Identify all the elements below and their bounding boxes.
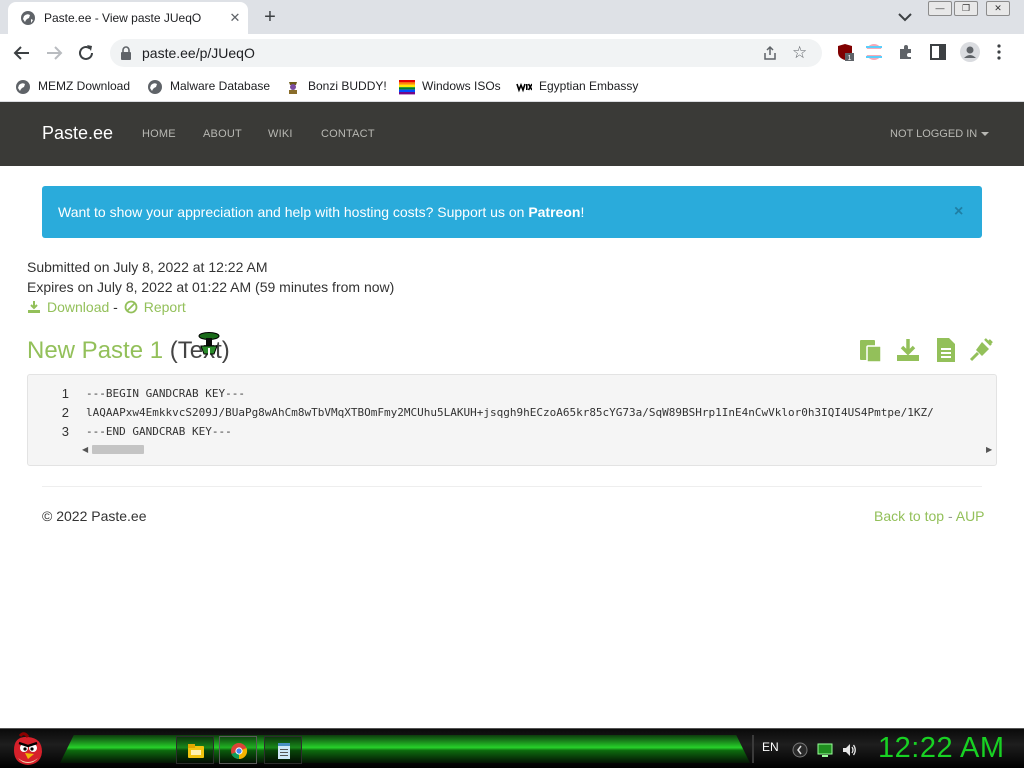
- menu-kebab-icon[interactable]: [994, 43, 1004, 61]
- bonzi-cursor-icon: [198, 332, 220, 356]
- scroll-left-arrow-icon[interactable]: ◀: [82, 445, 88, 454]
- globe-icon: [16, 80, 30, 94]
- browser-tabstrip: Paste.ee - View paste JUeqO ✕ + — ❐ ✕: [0, 0, 1024, 34]
- minimize-button[interactable]: —: [928, 1, 952, 16]
- nav-home[interactable]: HOME: [142, 128, 176, 140]
- footer-copyright: © 2022 Paste.ee: [42, 508, 147, 524]
- maximize-button[interactable]: ❐: [954, 1, 978, 16]
- code-line: 3 ---END GANDCRAB KEY---: [28, 424, 996, 443]
- tab-search-icon[interactable]: [896, 9, 914, 25]
- language-indicator[interactable]: EN: [762, 740, 779, 754]
- lock-icon[interactable]: [120, 46, 132, 60]
- taskbar-app-explorer[interactable]: [176, 736, 214, 764]
- line-text: lAQAAPxw4EmkkvcS209J/BUaPg8wAhCm8wTbVMqX…: [86, 406, 934, 419]
- nav-wiki[interactable]: WIKI: [268, 128, 293, 140]
- plug-icon[interactable]: [968, 337, 994, 363]
- pride-extension-icon[interactable]: [865, 43, 883, 61]
- browser-tab[interactable]: Paste.ee - View paste JUeqO ✕: [8, 2, 248, 34]
- bookmark-star-icon[interactable]: ☆: [792, 43, 807, 63]
- footer-divider: [42, 486, 982, 487]
- start-button-angry-bird-icon[interactable]: [6, 730, 48, 768]
- address-bar[interactable]: paste.ee/p/JUeqO ☆: [110, 39, 822, 67]
- forward-arrow-icon[interactable]: [43, 42, 65, 64]
- extensions-puzzle-icon[interactable]: [897, 43, 915, 61]
- side-panel-icon[interactable]: [929, 43, 947, 61]
- back-to-top-link[interactable]: Back to top: [874, 508, 944, 524]
- tray-arrow-icon[interactable]: [792, 742, 808, 758]
- action-separator: -: [113, 299, 118, 315]
- paste-code-box[interactable]: 1 ---BEGIN GANDCRAB KEY--- 2 lAQAAPxw4Em…: [27, 374, 997, 466]
- chrome-icon: [231, 743, 248, 760]
- user-menu-dropdown[interactable]: NOT LOGGED IN: [890, 128, 990, 140]
- tray-separator: [752, 735, 754, 763]
- line-number: 1: [61, 386, 69, 401]
- aup-link[interactable]: AUP: [956, 508, 985, 524]
- download-link[interactable]: Download: [27, 299, 113, 315]
- scrollbar-thumb[interactable]: [92, 445, 144, 454]
- reload-icon[interactable]: [75, 42, 97, 64]
- horizontal-scrollbar[interactable]: ◀ ▶: [80, 442, 996, 456]
- code-line: 1 ---BEGIN GANDCRAB KEY---: [28, 386, 996, 405]
- wix-icon: [516, 82, 532, 93]
- site-brand[interactable]: Paste.ee: [42, 123, 113, 144]
- bookmarks-bar: MEMZ Download Malware Database Bonzi BUD…: [0, 72, 1024, 102]
- ban-icon: [124, 300, 138, 314]
- ublock-extension-icon[interactable]: 1: [836, 43, 854, 61]
- expires-date: Expires on July 8, 2022 at 01:22 AM (59 …: [27, 279, 395, 295]
- patreon-alert: Want to show your appreciation and help …: [42, 186, 982, 238]
- download-icon: [28, 301, 40, 313]
- footer-separator: -: [947, 508, 953, 524]
- file-explorer-icon: [188, 744, 204, 758]
- browser-toolbar: paste.ee/p/JUeqO ☆ 1: [0, 34, 1024, 72]
- profile-avatar-icon[interactable]: [960, 42, 980, 62]
- windows-icon: [399, 80, 415, 95]
- bonzi-icon: [289, 82, 297, 94]
- tab-close-button[interactable]: ✕: [226, 9, 244, 27]
- submitted-date: Submitted on July 8, 2022 at 12:22 AM: [27, 259, 268, 275]
- taskbar-app-notepad[interactable]: [264, 736, 302, 764]
- report-link[interactable]: Report: [122, 299, 186, 315]
- paste-actions: Download - Report: [27, 299, 186, 315]
- close-window-button[interactable]: ✕: [986, 1, 1010, 16]
- alert-message: Want to show your appreciation and help …: [58, 204, 585, 220]
- line-text: ---BEGIN GANDCRAB KEY---: [86, 387, 245, 400]
- extension-badge: 1: [848, 55, 852, 61]
- volume-icon[interactable]: [841, 742, 857, 758]
- caret-down-icon: [981, 132, 990, 137]
- patreon-link[interactable]: Patreon: [528, 204, 580, 220]
- download-paste-icon[interactable]: [895, 337, 921, 363]
- taskbar-glow: [60, 735, 750, 763]
- copy-clipboard-icon[interactable]: [858, 337, 884, 363]
- taskbar-app-chrome[interactable]: [219, 736, 257, 764]
- nav-about[interactable]: ABOUT: [203, 128, 242, 140]
- line-number: 3: [61, 424, 69, 439]
- taskbar: EN 12:22 AM: [0, 728, 1024, 768]
- line-text: ---END GANDCRAB KEY---: [86, 425, 232, 438]
- site-navbar: Paste.ee HOME ABOUT WIKI CONTACT NOT LOG…: [0, 102, 1024, 166]
- new-tab-button[interactable]: +: [258, 6, 282, 28]
- raw-document-icon[interactable]: [933, 337, 959, 363]
- tab-title: Paste.ee - View paste JUeqO: [44, 11, 202, 25]
- line-number: 2: [61, 405, 69, 420]
- network-icon[interactable]: [817, 742, 833, 758]
- nav-contact[interactable]: CONTACT: [321, 128, 375, 140]
- code-line: 2 lAQAAPxw4EmkkvcS209J/BUaPg8wAhCm8wTbVM…: [28, 405, 996, 424]
- footer-links: Back to top - AUP: [874, 508, 985, 524]
- alert-close-button[interactable]: ×: [954, 203, 963, 221]
- globe-icon: [21, 11, 35, 25]
- notepad-icon: [278, 743, 290, 759]
- globe-icon: [148, 80, 162, 94]
- share-icon[interactable]: [762, 45, 778, 61]
- taskbar-clock[interactable]: 12:22 AM: [878, 732, 1005, 765]
- paste-name: New Paste 1: [27, 337, 164, 364]
- back-arrow-icon[interactable]: [11, 42, 33, 64]
- url-text[interactable]: paste.ee/p/JUeqO: [142, 45, 255, 61]
- scroll-right-arrow-icon[interactable]: ▶: [986, 445, 992, 454]
